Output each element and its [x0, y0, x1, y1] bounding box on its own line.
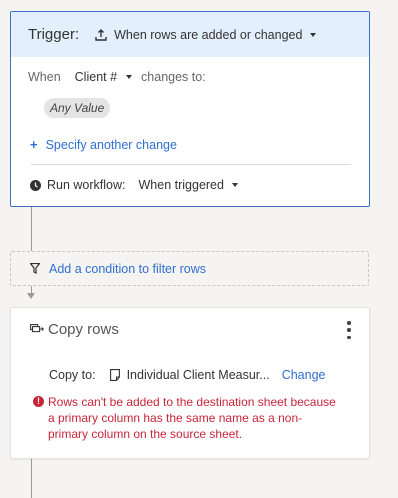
chevron-down-icon [231, 183, 238, 187]
trigger-card: Trigger: When rows are added or changed … [10, 11, 370, 207]
clock-icon [30, 179, 41, 191]
run-workflow-select[interactable]: When triggered [139, 178, 238, 192]
plus-icon: + [30, 137, 38, 152]
destination-sheet-name: Individual Client Measur... [126, 368, 270, 382]
when-label: When [28, 70, 61, 84]
flow-connector-top [31, 207, 32, 251]
filter-icon [29, 262, 41, 274]
chevron-down-icon [126, 75, 133, 79]
column-select-label: Client # [74, 70, 118, 84]
rows-added-icon [94, 28, 108, 42]
column-select[interactable]: Client # [74, 70, 133, 84]
copy-rows-icon [30, 324, 45, 335]
run-workflow-label: Run workflow: [47, 178, 126, 192]
run-workflow-select-label: When triggered [138, 178, 224, 192]
trigger-header: Trigger: When rows are added or changed [11, 12, 369, 57]
flow-arrow-down [27, 293, 35, 299]
value-chip[interactable]: Any Value [44, 98, 111, 118]
more-options-icon[interactable] [346, 321, 352, 339]
sheet-icon [109, 369, 120, 381]
copy-to-label: Copy to: [49, 368, 96, 382]
flow-connector-bottom [31, 459, 32, 498]
divider [31, 164, 351, 165]
chevron-down-icon [310, 32, 317, 37]
change-destination-link[interactable]: Change [282, 368, 326, 382]
add-condition-label: Add a condition to filter rows [49, 261, 207, 276]
trigger-title: Trigger: [28, 26, 80, 43]
specify-another-change-label: Specify another change [45, 137, 177, 152]
copy-rows-title: Copy rows [48, 321, 119, 338]
specify-another-change-link[interactable]: + Specify another change [30, 137, 177, 152]
changes-to-label: changes to: [141, 70, 206, 84]
trigger-event-label: When rows are added or changed [114, 27, 303, 42]
copy-rows-card: Copy rows Copy to: Individual Client Mea… [10, 307, 370, 459]
error-message: Rows can't be added to the destination s… [48, 395, 336, 441]
trigger-event-select[interactable]: When rows are added or changed [94, 27, 317, 42]
add-condition-button[interactable]: Add a condition to filter rows [10, 251, 369, 286]
error-icon: ! [33, 396, 44, 407]
